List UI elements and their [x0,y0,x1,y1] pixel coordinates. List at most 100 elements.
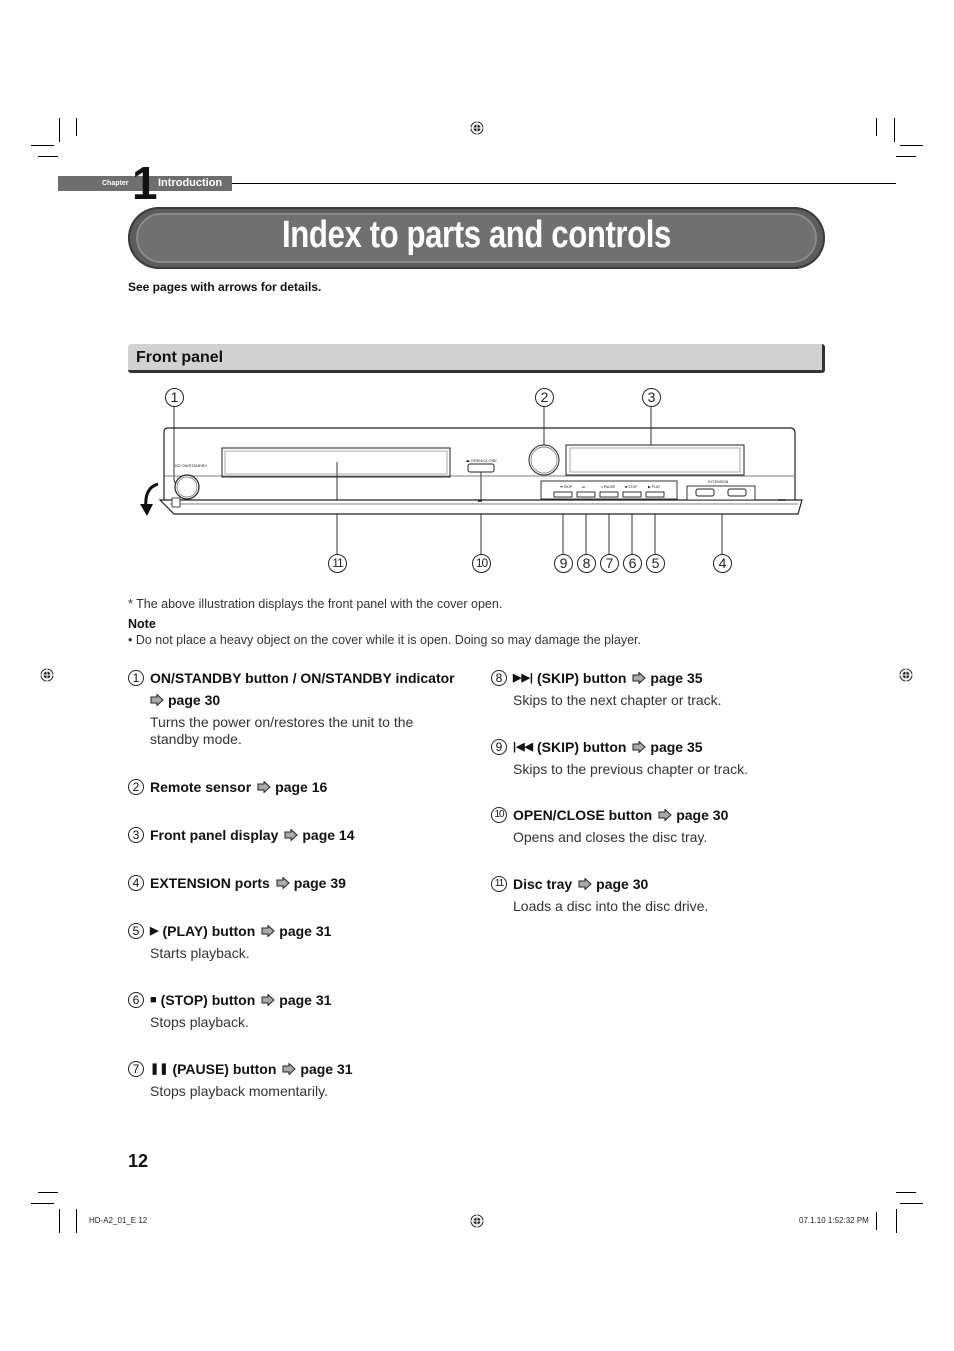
item-description: Turns the power on/restores the unit to … [150,714,414,747]
subtitle: See pages with arrows for details. [128,280,322,294]
item-title: (STOP) button [160,992,256,1008]
on-standby-label: I/⏻ ON/STANDBY [175,463,208,468]
item-description: Starts playback. [150,945,250,961]
item-heading: 6 ■ (STOP) button page 31 [128,989,473,1011]
button-glyph-icon: ▶▶| [513,672,533,684]
page-arrow-icon [282,1063,297,1075]
svg-text:⏮ SKIP: ⏮ SKIP [560,485,573,489]
callout-1: 1 [165,388,184,407]
page-title: Index to parts and controls [282,214,671,256]
item-heading: 1 ON/STANDBY button / ON/STANDBY indicato… [128,667,473,711]
chapter-rule [232,183,896,184]
item-heading: 11 Disc tray page 30 [491,873,836,895]
item-heading: 9 |◀◀ (SKIP) button page 35 [491,736,836,758]
crop-mark [38,1192,58,1193]
crop-mark [896,1209,897,1233]
item-number: 3 [128,827,144,843]
parts-list-item: 10 OPEN/CLOSE button page 30 Opens and clos… [491,804,836,846]
crop-mark [876,1212,877,1230]
button-glyph-icon: |◀◀ [513,741,533,753]
crop-mark [76,1209,77,1233]
item-title: (PLAY) button [162,923,256,939]
item-page-link[interactable]: page 30 [168,689,220,711]
parts-list-item: 2 Remote sensor page 16 [128,776,473,798]
crop-mark [900,145,923,146]
note-heading: Note [128,617,156,631]
item-number: 2 [128,779,144,795]
parts-list-item: 11 Disc tray page 30 Loads a disc into the … [491,873,836,915]
page-arrow-icon [632,741,647,753]
item-title: (SKIP) button [537,739,627,755]
chapter-word: Chapter [102,180,129,187]
item-title: ON/STANDBY button / ON/STANDBY indicator [150,670,455,686]
crop-mark [896,156,916,157]
item-number: 5 [128,923,144,939]
crop-mark [876,118,877,136]
button-glyph-icon: ■ [150,994,157,1006]
page-arrow-icon [578,878,592,890]
open-close-label: ⏏ OPEN/CLOSE [466,458,497,463]
section-label: Front panel [136,349,224,366]
callout-2: 2 [535,388,554,407]
parts-list-item: 5 ▶ (PLAY) button page 31 Starts playback. [128,920,473,962]
item-description: Skips to the previous chapter or track. [513,761,748,777]
item-title: (PAUSE) button [172,1061,277,1077]
section-bar [128,344,825,373]
footer-left: HD-A2_01_E 12 [89,1216,148,1225]
item-page-link[interactable]: page 30 [596,873,648,895]
item-page-link[interactable]: page 31 [279,989,331,1011]
item-page-link[interactable]: page 35 [650,736,702,758]
item-heading: 7 ❚❚ (PAUSE) button page 31 [128,1058,473,1080]
item-number: 4 [128,875,144,891]
item-page-link[interactable]: page 35 [650,667,702,689]
svg-text:■ STOP: ■ STOP [625,485,638,489]
callout-4: 4 [713,554,732,573]
crop-mark [31,145,54,146]
item-heading: 8 ▶▶| (SKIP) button page 35 [491,667,836,689]
item-number: 1 [128,670,144,686]
note-text: • Do not place a heavy object on the cov… [128,633,642,647]
item-description: Loads a disc into the disc drive. [513,898,709,914]
callout-7: 7 [600,554,619,573]
callout-5: 5 [646,554,665,573]
callout-11: 11 [328,554,347,573]
chapter-title: Introduction [158,177,223,189]
parts-list-item: 3 Front panel display page 14 [128,824,473,846]
registration-mark-icon [470,121,484,135]
item-page-link[interactable]: page 39 [294,872,346,894]
item-page-link[interactable]: page 31 [279,920,331,942]
item-page-link[interactable]: page 30 [676,804,728,826]
item-title: EXTENSION ports [150,875,270,891]
item-page-link[interactable]: page 16 [275,776,327,798]
page-arrow-icon [257,781,271,793]
svg-text:EXTENSION: EXTENSION [708,480,729,484]
parts-list-item: 6 ■ (STOP) button page 31 Stops playback. [128,989,473,1031]
page-arrow-icon [261,925,276,937]
parts-list-item: 7 ❚❚ (PAUSE) button page 31 Stops playback m… [128,1058,473,1100]
registration-mark-icon [899,668,913,682]
page-number: 12 [128,1151,149,1171]
item-page-link[interactable]: page 31 [300,1058,352,1080]
item-page-link[interactable]: page 14 [302,824,354,846]
item-heading: 5 ▶ (PLAY) button page 31 [128,920,473,942]
item-number: 10 [491,807,507,823]
page-arrow-icon [284,829,299,841]
crop-mark [59,118,60,142]
svg-text:⏸ PAUSE: ⏸ PAUSE [601,485,616,489]
item-description: Opens and closes the disc tray. [513,829,708,845]
crop-mark [896,1192,916,1193]
item-description: Stops playback. [150,1014,249,1030]
callout-9: 9 [554,554,573,573]
item-title: Remote sensor [150,779,252,795]
item-number: 8 [491,670,507,686]
parts-list-item: 9 |◀◀ (SKIP) button page 35 Skips to the pre… [491,736,836,778]
item-title: OPEN/CLOSE button [513,807,653,823]
page-arrow-icon [261,994,276,1006]
parts-list-item: 4 EXTENSION ports page 39 [128,872,473,894]
callout-3: 3 [642,388,661,407]
registration-mark-icon [40,668,54,682]
item-title: (SKIP) button [537,670,627,686]
crop-mark [59,1209,60,1233]
footer-right: 07.1.10 1:52:32 PM [799,1216,869,1225]
parts-list-item: 8 ▶▶| (SKIP) button page 35 Skips to the nex… [491,667,836,709]
